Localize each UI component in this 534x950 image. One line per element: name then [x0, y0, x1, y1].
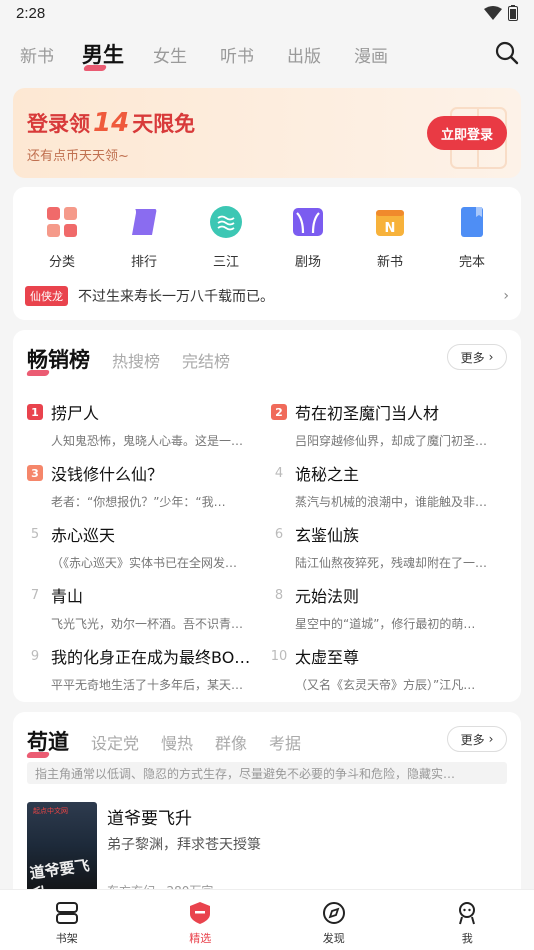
wave-icon	[210, 206, 242, 238]
tab-setting[interactable]: 设定党	[91, 730, 139, 754]
list-item[interactable]: 4 诡秘之主 蒸汽与机械的浪潮中，谁能触及非…	[271, 461, 511, 510]
profile-icon	[459, 902, 476, 925]
nav-bookshelf[interactable]: 书架	[27, 890, 107, 950]
list-item[interactable]: 3 没钱修什么仙？ 老者：“你想报仇？”少年：“我…	[27, 461, 267, 510]
ranking-more-button[interactable]: 更多 ›	[447, 344, 507, 370]
battery-icon	[508, 5, 518, 21]
list-item[interactable]: 2 苟在初圣魔门当人材 吕阳穿越修仙界，却成了魔门初圣…	[271, 400, 511, 449]
list-item[interactable]: 6 玄鉴仙族 陆江仙熬夜猝死，残魂却附在了一…	[271, 522, 511, 571]
ranking-card: 畅销榜 热搜榜 完结榜 更多 › 1 捞尸人 人知鬼恐怖，鬼晓人心毒。这是一… 2苟…	[13, 330, 521, 702]
search-icon[interactable]	[494, 40, 520, 66]
tab-goudao[interactable]: 苟道	[25, 726, 69, 758]
recommend-card: 苟道 设定党 慢热 群像 考据 更多 › 指主角通常以低调、隐忍的方式生存，尽量避…	[13, 712, 521, 912]
featured-icon	[190, 902, 211, 924]
tab-male-label: 男生	[82, 43, 124, 67]
tab-publish[interactable]: 出版	[287, 42, 321, 67]
bottom-nav: 书架 精选 发现 我	[0, 889, 534, 950]
tab-hot-search[interactable]: 热搜榜	[112, 348, 160, 372]
wifi-icon	[484, 6, 502, 20]
top-tab-bar: 新书 男生 女生 听书 出版 漫画	[0, 30, 534, 80]
tab-research[interactable]: 考据	[269, 730, 301, 754]
tab-bestseller[interactable]: 畅销榜	[25, 344, 90, 376]
category-card: 分类 排行 三江 剧场 N 新书 完本 仙侠龙 不过生来寿长一万八千载而已。 ›	[13, 187, 521, 320]
recommend-intro: 指主角通常以低调、隐忍的方式生存，尽量避免不必要的争斗和危险，隐藏实…	[27, 762, 507, 784]
category-theater[interactable]: 剧场	[278, 205, 338, 270]
list-item[interactable]: 8 元始法则 星空中的“道城”，修行最初的萌…	[271, 583, 511, 632]
nav-profile[interactable]: 我	[427, 890, 507, 950]
book-title: 道爷要飞升	[107, 809, 192, 829]
book-item[interactable]: 起点中文网 道爷要飞升 道爷要飞升 弟子黎渊，拜求苍天授箓 东方玄幻 · 280…	[27, 802, 507, 902]
bookshelf-icon	[55, 902, 78, 924]
tab-completed[interactable]: 完结榜	[182, 348, 230, 372]
book-desc: 弟子黎渊，拜求苍天授箓	[107, 837, 261, 853]
list-item[interactable]: 9 我的化身正在成为最终BO… 平平无奇地生活了十多年后，某天…	[27, 644, 267, 693]
chevron-right-icon: ›	[488, 732, 494, 746]
list-item[interactable]: 1 捞尸人 人知鬼恐怖，鬼晓人心毒。这是一…	[27, 400, 267, 449]
compass-icon	[322, 902, 345, 924]
status-bar: 2:28	[0, 0, 534, 28]
nav-featured[interactable]: 精选	[160, 890, 240, 950]
list-item[interactable]: 5 赤心巡天 （《赤心巡天》实体书已在全网发…	[27, 522, 267, 571]
banner-title: 登录领 14 天限免	[27, 108, 196, 138]
list-item[interactable]: 10 太虚至尊 （又名《玄灵天帝》方辰）”江凡…	[271, 644, 511, 693]
notice-tag: 仙侠龙	[25, 286, 68, 306]
grid-icon	[47, 207, 77, 237]
notice-bar[interactable]: 仙侠龙 不过生来寿长一万八千载而已。 ›	[25, 285, 509, 307]
recommend-more-button[interactable]: 更多 ›	[447, 726, 507, 752]
login-promo-banner[interactable]: 登录领 14 天限免 还有点币天天领~ 立即登录	[13, 88, 521, 178]
tab-comic[interactable]: 漫画	[354, 42, 388, 67]
category-classify[interactable]: 分类	[32, 205, 92, 270]
nav-discover[interactable]: 发现	[294, 890, 374, 950]
category-ranking[interactable]: 排行	[114, 205, 174, 270]
finished-book-icon	[461, 207, 483, 237]
tab-slow[interactable]: 慢热	[161, 730, 193, 754]
list-item[interactable]: 7 青山 飞光飞光，劝尔一杯酒。吾不识青…	[27, 583, 267, 632]
new-book-icon: N	[376, 210, 404, 236]
tab-ensemble[interactable]: 群像	[215, 730, 247, 754]
category-new-book[interactable]: N 新书	[360, 205, 420, 270]
chevron-right-icon: ›	[488, 350, 494, 364]
notice-text: 不过生来寿长一万八千载而已。	[78, 289, 274, 305]
rank-icon	[132, 209, 157, 235]
book-cover: 起点中文网 道爷要飞升	[27, 802, 97, 898]
tab-male[interactable]: 男生	[82, 39, 124, 71]
status-time: 2:28	[16, 5, 46, 22]
theater-icon	[293, 208, 323, 236]
chevron-right-icon: ›	[503, 288, 509, 304]
category-sanjiang[interactable]: 三江	[196, 205, 256, 270]
category-finished[interactable]: 完本	[442, 205, 502, 270]
tab-female[interactable]: 女生	[153, 42, 187, 67]
tab-new[interactable]: 新书	[20, 42, 54, 67]
banner-subtitle: 还有点币天天领~	[27, 149, 129, 164]
tab-audio[interactable]: 听书	[220, 42, 254, 67]
login-button[interactable]: 立即登录	[427, 116, 507, 150]
svg-text:N: N	[385, 221, 396, 236]
